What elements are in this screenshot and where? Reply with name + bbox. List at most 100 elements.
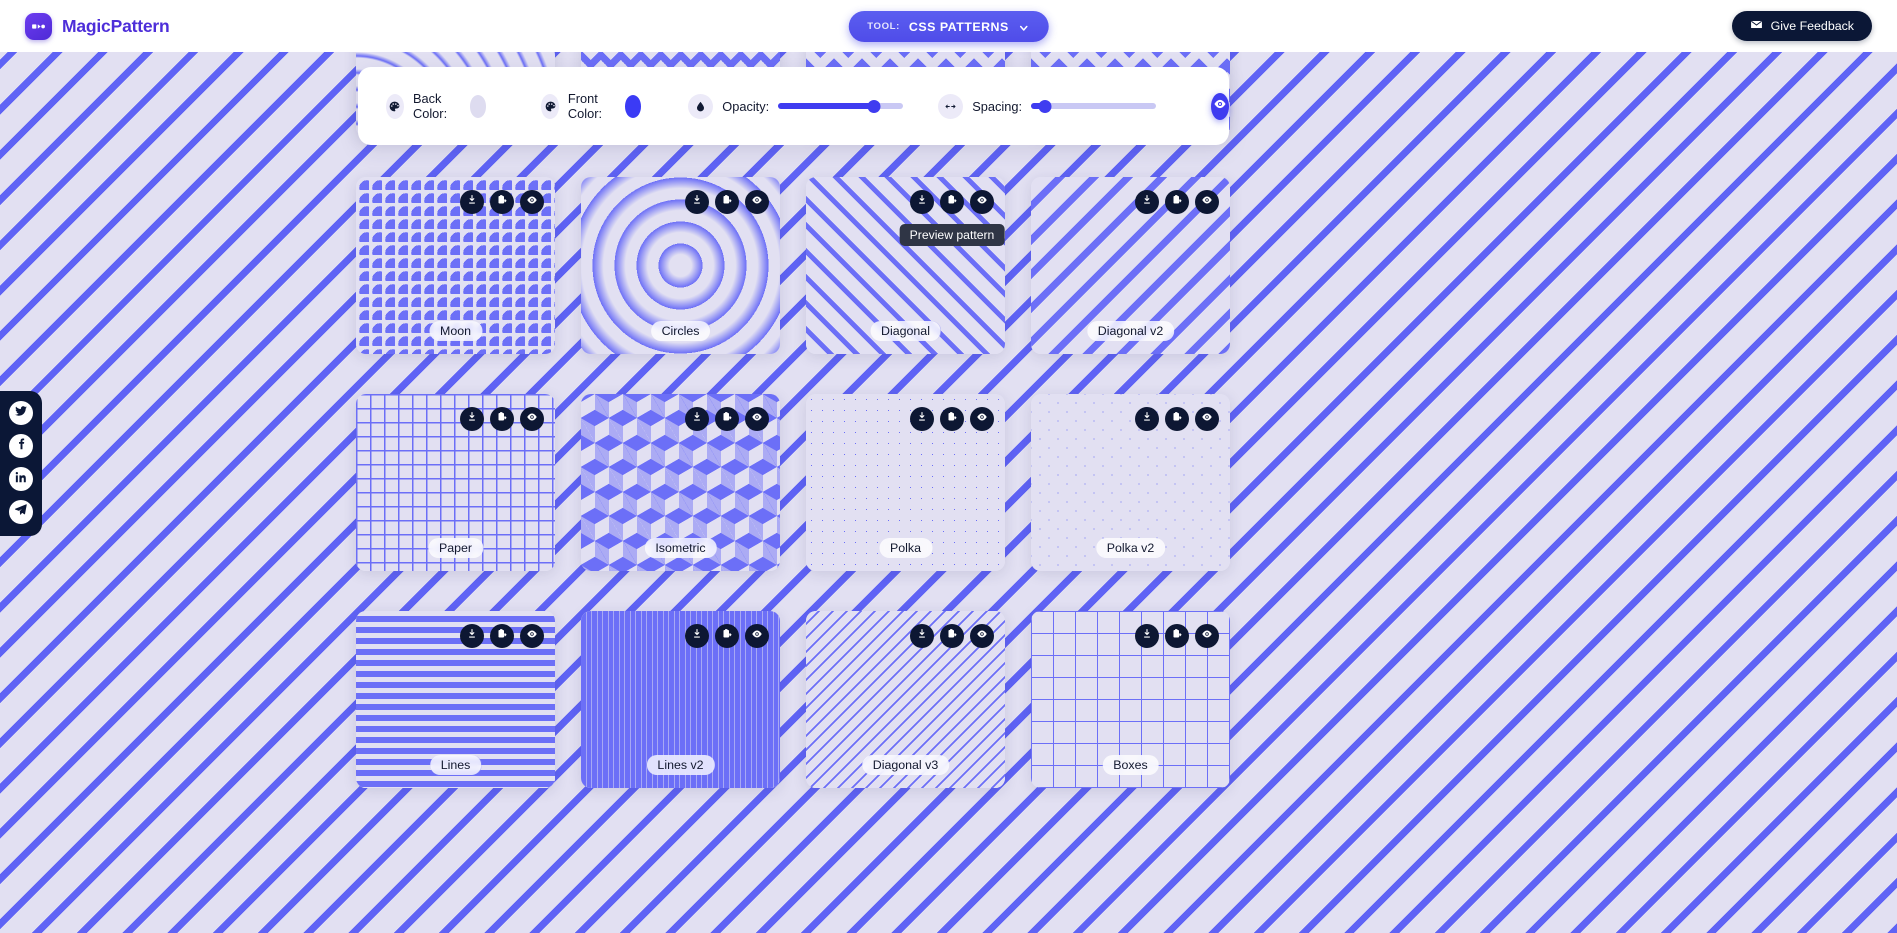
download-icon bbox=[1141, 193, 1153, 211]
spacing-slider[interactable] bbox=[1031, 98, 1157, 114]
download-icon bbox=[916, 410, 928, 428]
download-button[interactable] bbox=[1135, 407, 1159, 431]
eye-icon bbox=[976, 193, 988, 211]
droplet-icon bbox=[688, 93, 714, 119]
preview-button[interactable] bbox=[1195, 624, 1219, 648]
copy-button[interactable] bbox=[1165, 190, 1189, 214]
front-color-swatch[interactable] bbox=[624, 94, 642, 118]
social-share-linkedin[interactable] bbox=[9, 467, 33, 491]
brand-name: MagicPattern bbox=[62, 15, 170, 36]
preview-button[interactable] bbox=[970, 407, 994, 431]
preview-button[interactable] bbox=[745, 624, 769, 648]
download-icon bbox=[1141, 410, 1153, 428]
download-button[interactable] bbox=[685, 190, 709, 214]
download-icon bbox=[466, 193, 478, 211]
twitter-icon bbox=[14, 404, 28, 423]
pattern-card-label: Diagonal v3 bbox=[861, 755, 950, 775]
download-icon bbox=[691, 627, 703, 645]
copy-button[interactable] bbox=[1165, 407, 1189, 431]
pattern-card-diagonal-v3[interactable]: Diagonal v3 bbox=[806, 611, 1005, 788]
clipboard-copy-icon bbox=[946, 627, 958, 645]
copy-button[interactable] bbox=[715, 624, 739, 648]
preview-button[interactable] bbox=[1195, 407, 1219, 431]
palette-icon bbox=[386, 93, 404, 119]
download-button[interactable] bbox=[910, 407, 934, 431]
opacity-slider-fill bbox=[778, 103, 875, 109]
download-button[interactable] bbox=[685, 624, 709, 648]
download-button[interactable] bbox=[460, 624, 484, 648]
give-feedback-button[interactable]: Give Feedback bbox=[1731, 11, 1872, 41]
download-button[interactable] bbox=[1135, 624, 1159, 648]
pattern-card-moon[interactable]: Moon bbox=[356, 177, 555, 354]
pattern-card-label: Lines bbox=[429, 755, 482, 775]
chevron-down-icon bbox=[1018, 21, 1030, 33]
copy-button[interactable] bbox=[940, 624, 964, 648]
download-button[interactable] bbox=[460, 407, 484, 431]
eye-icon bbox=[751, 193, 763, 211]
preview-button[interactable] bbox=[520, 624, 544, 648]
pattern-card-lines[interactable]: Lines bbox=[356, 611, 555, 788]
copy-button[interactable] bbox=[715, 407, 739, 431]
social-share-twitter[interactable] bbox=[9, 401, 33, 425]
copy-button[interactable] bbox=[940, 407, 964, 431]
linkedin-icon bbox=[14, 470, 28, 489]
spacing-slider-thumb[interactable] bbox=[1038, 99, 1052, 113]
preview-button[interactable] bbox=[970, 624, 994, 648]
pattern-card-actions bbox=[460, 407, 544, 431]
pattern-card-label: Polka bbox=[879, 538, 932, 558]
copy-button[interactable] bbox=[490, 624, 514, 648]
tool-selector[interactable]: TOOL: CSS PATTERNS bbox=[848, 11, 1049, 42]
download-icon bbox=[466, 627, 478, 645]
preview-toggle-button[interactable] bbox=[1211, 92, 1229, 120]
copy-button[interactable] bbox=[940, 190, 964, 214]
pattern-card-diagonal[interactable]: Preview pattern Diagonal bbox=[806, 177, 1005, 354]
pattern-card-actions bbox=[1135, 407, 1219, 431]
pattern-card-paper[interactable]: Paper bbox=[356, 394, 555, 571]
download-button[interactable] bbox=[685, 407, 709, 431]
eye-icon bbox=[1201, 410, 1213, 428]
pattern-card-label: Isometric bbox=[644, 538, 717, 558]
download-button[interactable] bbox=[910, 624, 934, 648]
pattern-card-actions bbox=[1135, 624, 1219, 648]
copy-button[interactable] bbox=[715, 190, 739, 214]
pattern-card-diagonal-v2[interactable]: Diagonal v2 bbox=[1031, 177, 1230, 354]
give-feedback-label: Give Feedback bbox=[1770, 19, 1854, 33]
copy-button[interactable] bbox=[490, 190, 514, 214]
pattern-card-isometric[interactable]: Isometric bbox=[581, 394, 780, 571]
pattern-card-circles[interactable]: Circles bbox=[581, 177, 780, 354]
preview-button[interactable]: Preview pattern bbox=[899, 190, 1005, 246]
preview-button[interactable] bbox=[745, 407, 769, 431]
front-color-label: Front Color: bbox=[567, 91, 603, 121]
social-share-telegram[interactable] bbox=[9, 500, 33, 524]
pattern-card-actions bbox=[1135, 190, 1219, 214]
pattern-card-polka[interactable]: Polka bbox=[806, 394, 1005, 571]
clipboard-copy-icon bbox=[946, 193, 958, 211]
opacity-slider[interactable] bbox=[778, 98, 904, 114]
envelope-icon bbox=[1750, 18, 1763, 34]
pattern-card-lines-v2[interactable]: Lines v2 bbox=[581, 611, 780, 788]
pattern-card-actions bbox=[460, 624, 544, 648]
pattern-card-label: Polka v2 bbox=[1095, 538, 1166, 558]
social-share-facebook[interactable] bbox=[9, 434, 33, 458]
download-button[interactable] bbox=[460, 190, 484, 214]
brand[interactable]: MagicPattern bbox=[25, 12, 170, 40]
preview-button[interactable] bbox=[745, 190, 769, 214]
eye-icon bbox=[976, 410, 988, 428]
preview-button[interactable] bbox=[520, 407, 544, 431]
back-color-swatch[interactable] bbox=[469, 94, 487, 118]
pattern-control-panel: Back Color: Front Color: Opacity: Spacin… bbox=[358, 67, 1229, 145]
clipboard-copy-icon bbox=[721, 410, 733, 428]
preview-button[interactable] bbox=[1195, 190, 1219, 214]
copy-button[interactable] bbox=[490, 407, 514, 431]
eye-icon bbox=[976, 627, 988, 645]
opacity-slider-thumb[interactable] bbox=[867, 99, 881, 113]
pattern-card-label: Moon bbox=[429, 321, 482, 341]
download-button[interactable] bbox=[1135, 190, 1159, 214]
pattern-card-boxes[interactable]: Boxes bbox=[1031, 611, 1230, 788]
download-button[interactable] bbox=[910, 190, 934, 214]
pattern-card-polka-v2[interactable]: Polka v2 bbox=[1031, 394, 1230, 571]
preview-button[interactable] bbox=[520, 190, 544, 214]
pattern-card-actions bbox=[685, 624, 769, 648]
opacity-control: Opacity: bbox=[688, 93, 904, 119]
copy-button[interactable] bbox=[1165, 624, 1189, 648]
